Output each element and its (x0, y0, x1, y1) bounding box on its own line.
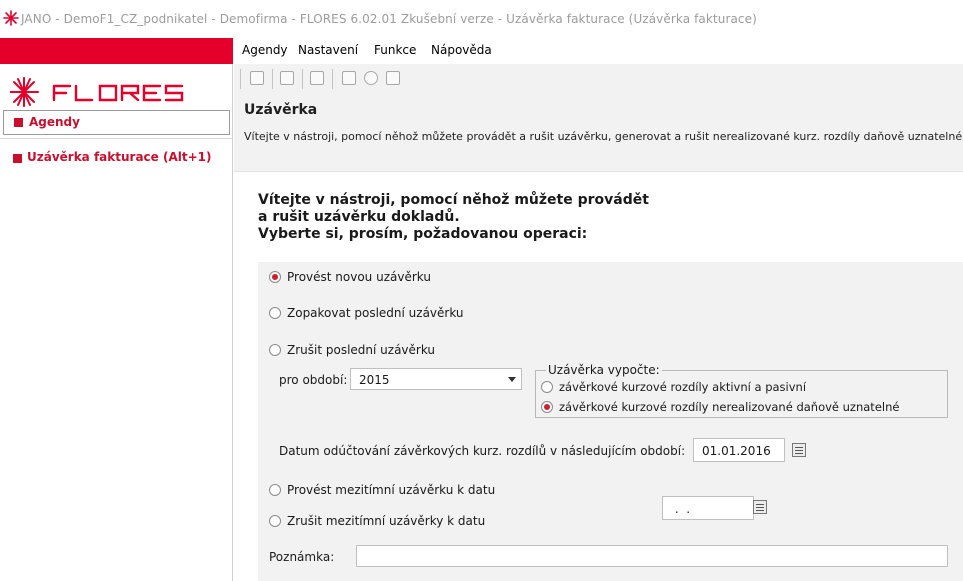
menu-nastaveni[interactable]: Nastavení (298, 43, 358, 57)
flores-app-icon (3, 10, 19, 26)
interim-date-input[interactable]: . . (662, 496, 754, 520)
open-folder-icon[interactable] (250, 71, 264, 85)
toolbar (234, 64, 963, 96)
radio-cancel-interim[interactable]: Zrušit mezitímní uzávěrky k datu (269, 514, 485, 528)
toolbar-separator (272, 69, 273, 89)
calendar-icon[interactable] (792, 443, 806, 457)
radio-calc-active-passive-label: závěrkové kurzové rozdíly aktivní a pasi… (559, 380, 807, 394)
close-doc-icon[interactable] (280, 71, 294, 85)
radio-new-closing-label: Provést novou uzávěrku (287, 270, 431, 284)
radio-new-closing[interactable]: Provést novou uzávěrku (269, 270, 431, 284)
radio-empty-icon (269, 344, 281, 356)
agendy-section-label: Agendy (29, 115, 80, 129)
radio-cancel-interim-label: Zrušit mezitímní uzávěrky k datu (287, 514, 486, 528)
radio-empty-icon (269, 515, 281, 527)
radio-interim-closing[interactable]: Provést mezitímní uzávěrku k datu (269, 483, 495, 497)
radio-calc-active-passive[interactable]: závěrkové kurzové rozdíly aktivní a pasi… (541, 380, 806, 394)
menu-napoveda[interactable]: Nápověda (431, 43, 492, 57)
question-icon[interactable] (386, 71, 400, 85)
page-description: Vítejte v nástroji, pomocí něhož můžete … (244, 130, 963, 143)
radio-cancel-last-label: Zrušit poslední uzávěrku (287, 343, 436, 357)
radio-repeat-last[interactable]: Zopakovat poslední uzávěrku (269, 306, 464, 320)
menu-funkce[interactable]: Funkce (374, 43, 416, 57)
toolbar-separator (240, 69, 241, 89)
toolbar-separator (302, 69, 303, 89)
posting-date-value: 01.01.2016 (702, 444, 771, 458)
help-bubble-icon[interactable] (364, 71, 378, 85)
radio-selected-icon (541, 401, 553, 413)
bullet-icon (14, 118, 23, 127)
window-titlebar: JANO - DemoF1_CZ_podnikatel - Demofirma … (0, 0, 963, 38)
radio-empty-icon (541, 381, 553, 393)
flores-logo (10, 77, 184, 107)
period-select-value: 2015 (359, 373, 390, 387)
period-label: pro období: (279, 373, 348, 387)
bullet-icon (13, 154, 22, 163)
calc-group-legend: Uzávěrka vypočte: (546, 363, 662, 377)
menu-agendy[interactable]: Agendy (242, 43, 288, 57)
interim-date-value: . . (671, 502, 691, 516)
radio-cancel-last[interactable]: Zrušit poslední uzávěrku (269, 343, 435, 357)
chevron-down-icon (508, 377, 516, 382)
period-select[interactable]: 2015 (350, 368, 522, 390)
radio-selected-icon (269, 271, 281, 283)
radio-repeat-last-label: Zopakovat poslední uzávěrku (287, 306, 464, 320)
window-title: JANO - DemoF1_CZ_podnikatel - Demofirma … (21, 12, 757, 26)
sidebar-brand-band (0, 38, 233, 64)
radio-empty-icon (269, 307, 281, 319)
posting-date-input[interactable]: 01.01.2016 (693, 438, 785, 462)
page-title: Uzávěrka (244, 102, 318, 118)
intro-text: Vítejte v nástroji, pomocí něhož můžete … (258, 192, 649, 243)
intro-line-1: Vítejte v nástroji, pomocí něhož můžete … (258, 192, 649, 208)
page-header: Uzávěrka Vítejte v nástroji, pomocí něho… (234, 96, 963, 172)
radio-interim-closing-label: Provést mezitímní uzávěrku k datu (287, 483, 496, 497)
radio-empty-icon (269, 484, 281, 496)
toolbar-separator (332, 69, 333, 89)
list-icon[interactable] (310, 71, 324, 85)
menu-bar: Agendy Nastavení Funkce Nápověda (234, 38, 963, 64)
note-input[interactable] (356, 545, 948, 567)
posting-date-label: Datum odúčtování závěrkových kurz. rozdí… (279, 444, 686, 458)
sidebar-divider (0, 138, 233, 139)
radio-calc-unrealized[interactable]: závěrkové kurzové rozdíly nerealizované … (541, 400, 899, 414)
intro-line-2: a rušit uzávěrku dokladů. (258, 209, 460, 225)
sidebar-item-label: Uzávěrka fakturace (Alt+1) (27, 150, 212, 164)
agendy-section[interactable]: Agendy (3, 110, 230, 135)
sidebar: Agendy Uzávěrka fakturace (Alt+1) (0, 38, 233, 581)
info-icon[interactable] (342, 71, 356, 85)
radio-calc-unrealized-label: závěrkové kurzové rozdíly nerealizované … (559, 400, 900, 414)
note-label: Poznámka: (269, 550, 335, 564)
intro-line-3: Vyberte si, prosím, požadovanou operaci: (258, 226, 588, 242)
calendar-icon[interactable] (753, 500, 767, 514)
